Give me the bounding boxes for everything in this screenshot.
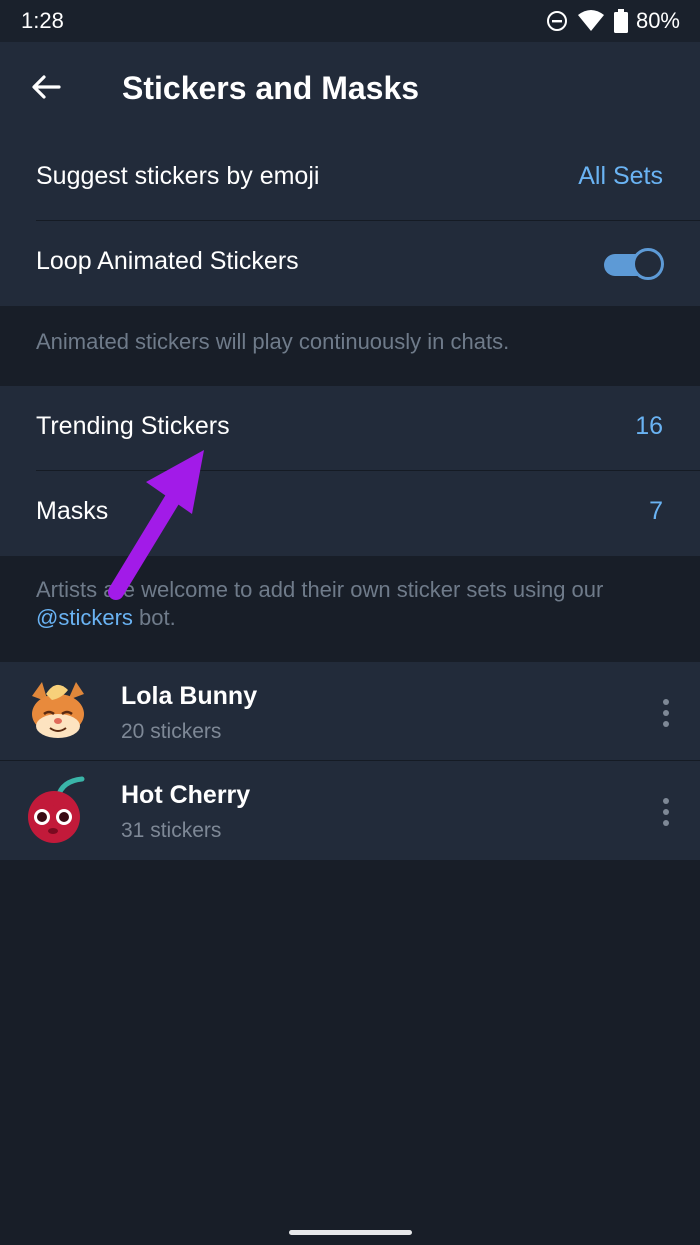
back-button[interactable] — [18, 64, 74, 114]
home-indicator[interactable] — [289, 1230, 412, 1235]
arrow-left-icon — [31, 74, 61, 105]
sticker-sets-section: Lola Bunny 20 stickers Hot Cherry 31 sti… — [0, 662, 700, 860]
stickers-bot-link[interactable]: @stickers — [36, 605, 133, 630]
suggest-stickers-value: All Sets — [578, 162, 663, 190]
loop-info-text: Animated stickers will play continuously… — [36, 329, 510, 354]
status-icons: 80% — [546, 8, 680, 34]
artists-info-suffix: bot. — [132, 605, 176, 630]
suggest-stickers-row[interactable]: Suggest stickers by emoji All Sets — [0, 136, 700, 221]
trending-stickers-row[interactable]: Trending Stickers 16 — [0, 386, 700, 471]
loop-animated-stickers-label: Loop Animated Stickers — [36, 247, 299, 275]
trending-masks-section: Trending Stickers 16 Masks 7 — [0, 386, 700, 556]
battery-icon — [613, 9, 628, 33]
sticker-set-title: Lola Bunny — [121, 682, 258, 710]
more-vert-icon[interactable] — [656, 791, 676, 833]
toggle-thumb — [632, 248, 664, 280]
more-vert-icon[interactable] — [656, 692, 676, 734]
artists-info-section: Artists are welcome to add their own sti… — [0, 556, 700, 662]
trending-stickers-count: 16 — [635, 412, 663, 440]
masks-count: 7 — [649, 497, 663, 525]
artists-info-prefix: Artists are welcome to add their own sti… — [36, 577, 604, 602]
artists-info-text: Artists are welcome to add their own sti… — [36, 576, 664, 632]
page-title: Stickers and Masks — [122, 70, 420, 106]
trending-stickers-label: Trending Stickers — [36, 412, 230, 440]
masks-label: Masks — [36, 497, 109, 525]
sticker-set-row[interactable]: Hot Cherry 31 stickers — [0, 761, 700, 860]
battery-percentage: 80% — [635, 8, 680, 33]
wifi-icon — [577, 10, 604, 32]
sticker-settings-section: Suggest stickers by emoji All Sets Loop … — [0, 136, 700, 306]
status-bar: 1:28 80% — [0, 0, 700, 42]
hot-cherry-sticker-icon — [22, 775, 94, 847]
sticker-set-count: 20 stickers — [121, 720, 222, 743]
app-bar: Stickers and Masks — [0, 42, 700, 136]
lola-bunny-sticker-icon — [22, 676, 94, 748]
suggest-stickers-label: Suggest stickers by emoji — [36, 162, 320, 190]
loop-animated-stickers-toggle[interactable] — [604, 248, 664, 280]
do-not-disturb-icon — [546, 10, 568, 32]
masks-row[interactable]: Masks 7 — [0, 471, 700, 556]
status-time: 1:28 — [21, 8, 64, 33]
sticker-set-row[interactable]: Lola Bunny 20 stickers — [0, 662, 700, 761]
sticker-set-count: 31 stickers — [121, 819, 222, 842]
sticker-set-title: Hot Cherry — [121, 781, 251, 809]
loop-info-section: Animated stickers will play continuously… — [0, 306, 700, 386]
loop-animated-stickers-row[interactable]: Loop Animated Stickers — [0, 221, 700, 306]
